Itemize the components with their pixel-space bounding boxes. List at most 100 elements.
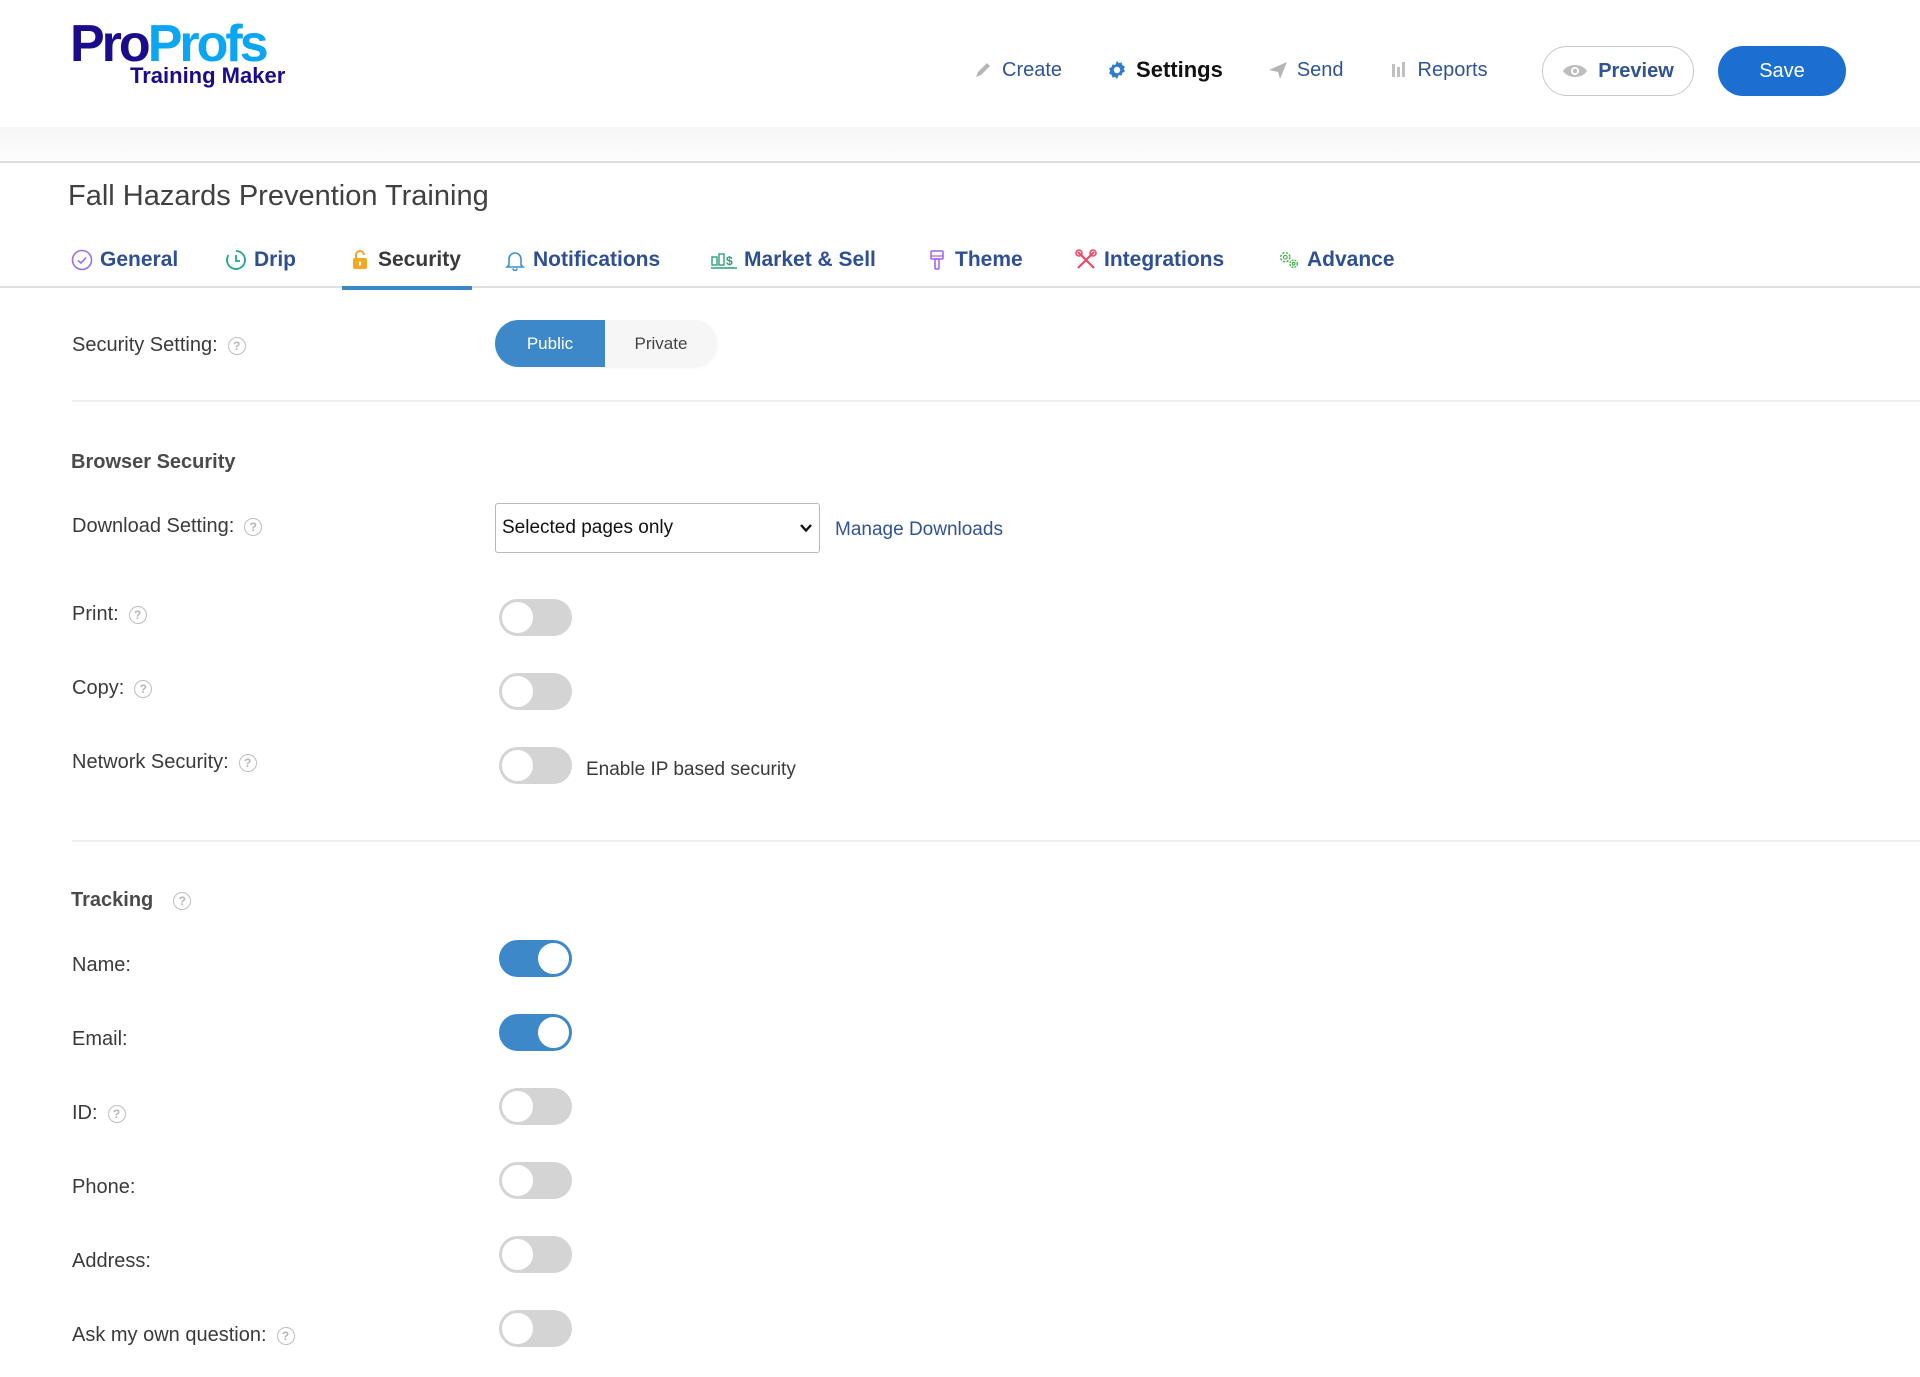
copy-toggle[interactable] (499, 673, 572, 710)
tracking-phone-text: Phone: (72, 1176, 136, 1198)
toggle-knob (501, 1164, 534, 1197)
tab-general-label: General (100, 248, 179, 271)
tab-drip-label: Drip (254, 248, 296, 271)
toggle-knob (501, 1238, 534, 1271)
private-option[interactable]: Private (605, 320, 717, 367)
nav-reports[interactable]: Reports (1388, 59, 1488, 82)
print-toggle[interactable] (499, 599, 572, 636)
tracking-name-text: Name: (72, 954, 131, 976)
tracking-question-toggle[interactable] (499, 1310, 572, 1347)
help-icon[interactable]: ? (238, 753, 257, 772)
tracking-id-text: ID: (72, 1102, 98, 1124)
paintbrush-icon (925, 248, 949, 272)
nav-create[interactable]: Create (972, 59, 1062, 82)
security-setting-toggle: Public Private (495, 320, 717, 367)
copy-text: Copy: (72, 677, 125, 699)
toggle-knob (537, 1016, 570, 1049)
clock-icon (224, 248, 248, 272)
chevron-down-icon (799, 519, 813, 541)
tracking-id-label: ID: ? (72, 1102, 126, 1125)
save-button[interactable]: Save (1718, 46, 1846, 96)
toggle-knob (501, 675, 534, 708)
check-circle-icon (70, 248, 94, 272)
help-icon[interactable]: ? (128, 605, 147, 624)
tracking-address-label: Address: (72, 1250, 151, 1273)
app-header: ProProfs Training Maker Create Settings … (0, 0, 1920, 127)
tab-integrations[interactable]: Integrations (1074, 240, 1224, 288)
tracking-address-toggle[interactable] (499, 1236, 572, 1273)
logo-subtitle: Training Maker (130, 63, 286, 88)
download-setting-text: Download Setting: (72, 515, 235, 537)
tools-icon (1074, 248, 1098, 272)
tracking-phone-toggle[interactable] (499, 1162, 572, 1199)
eye-icon (1562, 63, 1588, 79)
manage-downloads-link[interactable]: Manage Downloads (835, 519, 1003, 541)
nav-settings-label: Settings (1136, 57, 1223, 82)
network-security-toggle[interactable] (499, 747, 572, 784)
gears-icon (1277, 248, 1301, 272)
tracking-email-label: Email: (72, 1028, 128, 1051)
tab-security[interactable]: Security (342, 240, 472, 290)
tracking-id-toggle[interactable] (499, 1088, 572, 1125)
tab-general[interactable]: General (70, 240, 178, 288)
nav-send[interactable]: Send (1267, 59, 1344, 82)
copy-label: Copy: ? (72, 677, 153, 700)
network-security-label: Network Security: ? (72, 751, 257, 774)
help-icon[interactable]: ? (244, 517, 263, 536)
print-label: Print: ? (72, 603, 147, 626)
help-icon[interactable]: ? (276, 1326, 295, 1345)
download-setting-label: Download Setting: ? (72, 515, 263, 538)
security-setting-label: Security Setting: ? (72, 334, 246, 357)
browser-security-heading: Browser Security (71, 451, 236, 473)
tracking-question-text: Ask my own question: (72, 1324, 267, 1346)
tab-security-label: Security (378, 248, 461, 271)
lock-icon (348, 248, 372, 272)
help-icon[interactable]: ? (227, 336, 246, 355)
toggle-knob (501, 749, 534, 782)
nav-send-label: Send (1296, 58, 1344, 81)
top-navigation: Create Settings Send Reports (972, 48, 1532, 92)
tab-notifications-label: Notifications (533, 248, 661, 271)
tab-integrations-label: Integrations (1104, 248, 1225, 271)
preview-label: Preview (1598, 59, 1674, 82)
bell-icon (503, 248, 527, 272)
tab-theme[interactable]: Theme (925, 240, 1023, 288)
public-option[interactable]: Public (495, 320, 605, 367)
tracking-title: Tracking (71, 889, 154, 911)
network-security-text: Network Security: (72, 751, 229, 773)
nav-create-label: Create (1002, 58, 1063, 81)
proprofs-logo[interactable]: ProProfs Training Maker (70, 18, 300, 90)
tab-theme-label: Theme (955, 248, 1023, 271)
tracking-name-toggle[interactable] (499, 940, 572, 977)
download-setting-value: Selected pages only (502, 517, 674, 538)
settings-tabs: General Drip Security Notifications $ Ma… (0, 240, 1920, 290)
download-setting-select[interactable]: Selected pages only (495, 503, 820, 553)
tab-drip[interactable]: Drip (224, 240, 296, 288)
tab-advance-label: Advance (1307, 248, 1395, 271)
money-icon: $ (710, 248, 738, 272)
preview-button[interactable]: Preview (1542, 46, 1694, 96)
tracking-heading: Tracking ? (71, 889, 192, 912)
tab-advance[interactable]: Advance (1277, 240, 1395, 288)
tab-market-sell[interactable]: $ Market & Sell (710, 240, 876, 288)
pencil-icon (972, 59, 994, 81)
nav-settings[interactable]: Settings (1106, 57, 1223, 83)
help-icon[interactable]: ? (134, 679, 153, 698)
tab-market-sell-label: Market & Sell (744, 248, 876, 271)
tracking-email-text: Email: (72, 1028, 128, 1050)
svg-text:$: $ (726, 254, 733, 268)
security-setting-text: Security Setting: (72, 334, 218, 356)
tracking-email-toggle[interactable] (499, 1014, 572, 1051)
help-icon[interactable]: ? (173, 891, 192, 910)
toggle-knob (501, 1090, 534, 1123)
section-divider (72, 400, 1920, 402)
print-text: Print: (72, 603, 119, 625)
tracking-phone-label: Phone: (72, 1176, 135, 1199)
section-divider (72, 840, 1920, 842)
tracking-address-text: Address: (72, 1250, 151, 1272)
bar-chart-icon (1388, 59, 1410, 81)
header-band (0, 127, 1920, 163)
help-icon[interactable]: ? (107, 1104, 126, 1123)
page-title: Fall Hazards Prevention Training (68, 180, 489, 212)
tab-notifications[interactable]: Notifications (503, 240, 660, 288)
